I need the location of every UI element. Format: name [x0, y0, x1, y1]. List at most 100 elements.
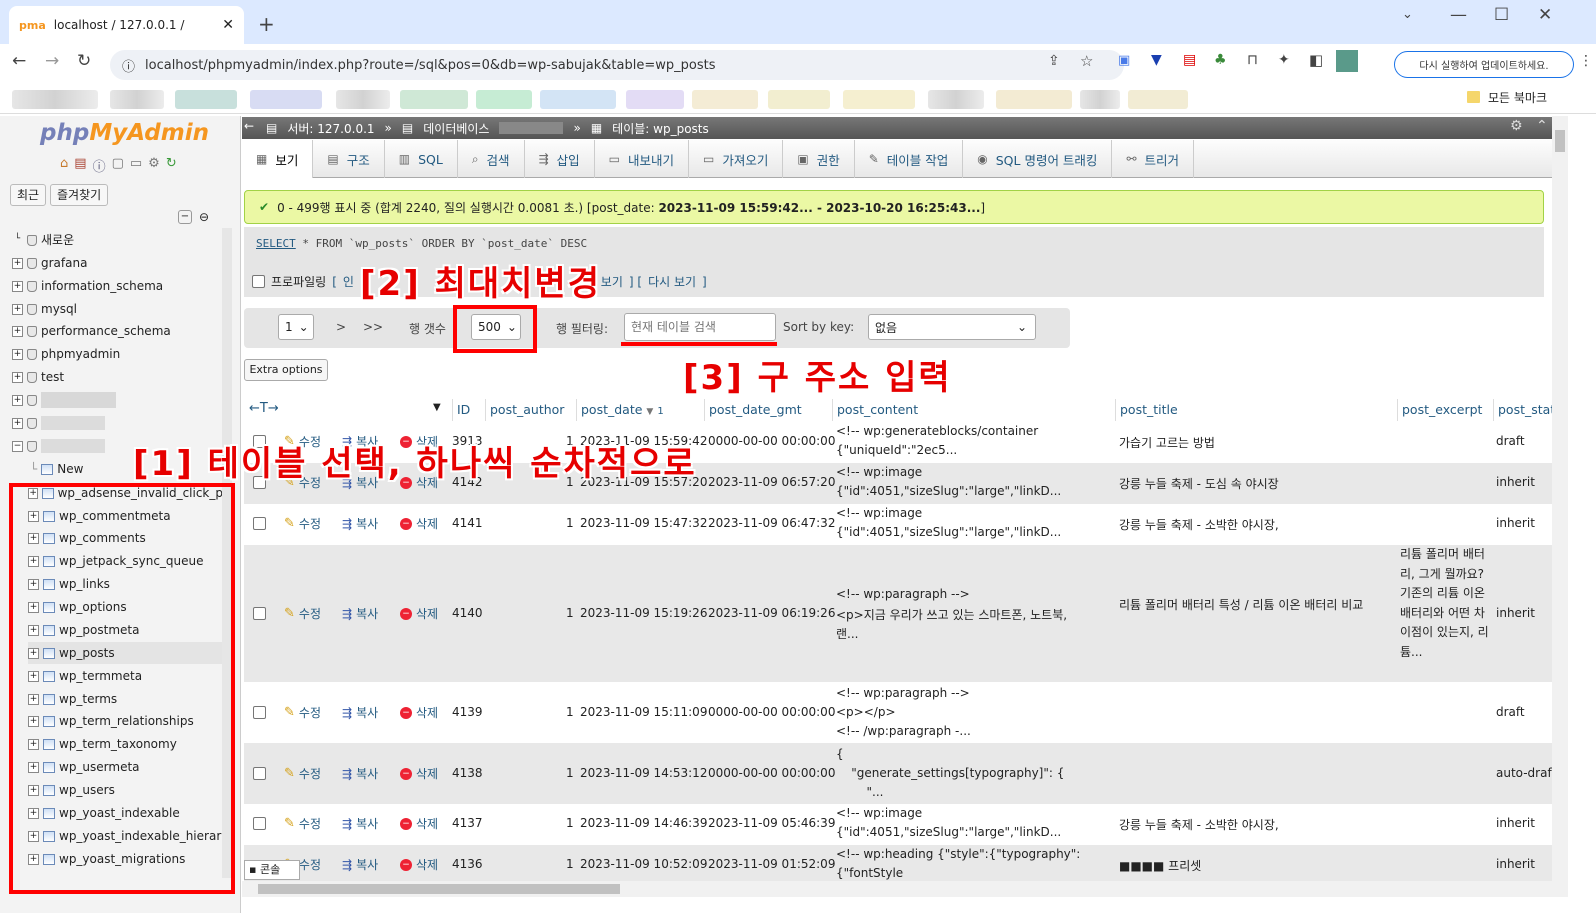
forward-icon[interactable]: → [45, 51, 59, 71]
bookmark-blurred[interactable] [110, 90, 164, 109]
edit-button[interactable]: ✎수정 [284, 605, 321, 622]
logout-icon[interactable]: ▤ [74, 156, 86, 175]
tab-search[interactable]: ⌕ 검색 [458, 140, 525, 178]
column-arrows[interactable]: ←T→ [249, 401, 279, 416]
pdf-extension-icon[interactable]: ▤ [1183, 52, 1196, 68]
bookmark-blurred[interactable] [1080, 90, 1120, 109]
bookmark-blurred[interactable] [540, 90, 616, 109]
expand-icon[interactable]: + [12, 280, 23, 292]
close-icon[interactable]: ✕ [222, 17, 234, 33]
bookmark-blurred[interactable] [996, 90, 1072, 109]
filter-rows-input[interactable] [624, 313, 776, 341]
link-icon[interactable]: ⊖ [199, 210, 209, 224]
info-icon[interactable]: ⓘ [122, 56, 135, 75]
tree-item-new[interactable]: └ 새로운 [12, 230, 74, 250]
tree-item-db[interactable]: + phpmyadmin [12, 344, 120, 364]
edit-inline-link[interactable]: 인 [343, 273, 354, 290]
row-checkbox[interactable] [253, 517, 266, 530]
vertical-scrollbar[interactable] [1552, 116, 1568, 881]
edit-button[interactable]: ✎수정 [284, 765, 321, 782]
tab-export[interactable]: ▭ 내보내기 [595, 140, 689, 178]
tab-tracking[interactable]: ◉ SQL 명령어 트래킹 [963, 140, 1113, 178]
browser-tab[interactable]: pma localhost / 127.0.0.1 / ✕ [9, 6, 244, 44]
page-icon[interactable]: ▭ [130, 156, 142, 175]
download-extension-icon[interactable]: ▼ [1151, 52, 1162, 68]
favorites-button[interactable]: 즐겨찾기 [50, 184, 109, 206]
row-checkbox[interactable] [253, 817, 266, 830]
tab-operations[interactable]: ✎ 테이블 작업 [855, 140, 964, 178]
delete-button[interactable]: − 삭제 [400, 515, 438, 532]
bookmark-blurred[interactable] [476, 90, 532, 109]
window-close-icon[interactable]: ✕ [1538, 5, 1552, 25]
tree-item-db-expanded[interactable]: − [12, 436, 105, 456]
copy-button[interactable]: ⇶ 복사 [342, 856, 378, 873]
reload-icon[interactable]: ↻ [77, 51, 91, 71]
breadcrumb-database[interactable]: 데이터베이스 [423, 120, 489, 137]
tree-item-db-blurred[interactable]: + [12, 390, 116, 410]
collapse-all-icon[interactable]: − [178, 210, 192, 224]
tab-structure[interactable]: ▤ 구조 [313, 140, 385, 178]
profiling-checkbox[interactable] [252, 275, 265, 288]
tree-item-new-table[interactable]: └ New [30, 459, 83, 479]
expand-icon[interactable]: + [12, 257, 23, 269]
breadcrumb-table[interactable]: 테이블: wp_posts [612, 120, 709, 137]
reload-nav-icon[interactable]: ↻ [166, 156, 177, 175]
more-icon[interactable]: ⋮ [1579, 53, 1593, 69]
copy-button[interactable]: ⇶ 복사 [342, 815, 378, 832]
all-bookmarks-label[interactable]: 모든 북마크 [1488, 89, 1547, 106]
update-button[interactable]: 다시 실행하여 업데이트하세요. [1394, 51, 1574, 78]
back-icon[interactable]: ← [12, 51, 26, 71]
sql-select-keyword[interactable]: SELECT [256, 237, 296, 250]
column-header-post-content[interactable]: post_content [832, 399, 1115, 421]
new-tab-icon[interactable]: + [258, 12, 275, 36]
delete-button[interactable]: − 삭제 [400, 765, 438, 782]
row-checkbox[interactable] [253, 607, 266, 620]
column-header-id[interactable]: ID [452, 399, 484, 421]
last-page-button[interactable]: >> [363, 320, 383, 334]
tree-item-db[interactable]: + mysql [12, 299, 77, 319]
select-all-toggle-icon[interactable]: ▼ [433, 402, 441, 413]
extension-icon[interactable]: ♣ [1214, 52, 1227, 68]
copy-button[interactable]: ⇶ 복사 [342, 605, 378, 622]
tree-item-db[interactable]: + information_schema [12, 276, 163, 296]
chevron-down-icon[interactable]: ⌄ [1402, 7, 1413, 22]
help-icon[interactable]: ⓘ [93, 156, 106, 175]
tab-import[interactable]: ▭ 가져오기 [689, 140, 784, 178]
refresh-link[interactable]: 다시 보기 [648, 273, 696, 290]
phpmyadmin-logo[interactable]: phpMyAdmin [40, 120, 209, 146]
bookmark-blurred[interactable] [336, 90, 390, 109]
copy-button[interactable]: ⇶ 복사 [342, 515, 378, 532]
tree-item-db[interactable]: + performance_schema [12, 321, 171, 341]
expand-icon[interactable]: + [12, 371, 23, 383]
bookmark-blurred[interactable] [928, 90, 984, 109]
bookmark-blurred[interactable] [692, 90, 758, 109]
delete-button[interactable]: − 삭제 [400, 704, 438, 721]
expand-icon[interactable]: + [12, 325, 23, 337]
column-header-post-excerpt[interactable]: post_excerpt [1397, 399, 1493, 421]
edit-button[interactable]: ✎수정 [284, 704, 321, 721]
maximize-icon[interactable]: ☐ [1494, 5, 1509, 25]
tree-item-db[interactable]: + grafana [12, 253, 87, 273]
scrollbar-thumb[interactable] [258, 884, 620, 894]
bookmark-blurred[interactable] [1128, 90, 1188, 109]
next-page-button[interactable]: > [336, 320, 346, 334]
bookmark-icon[interactable]: ⊓ [1247, 52, 1258, 68]
row-checkbox[interactable] [253, 767, 266, 780]
column-header-post-title[interactable]: post_title [1115, 399, 1397, 421]
gear-icon[interactable]: ⚙ [148, 156, 160, 175]
tab-sql[interactable]: ▥ SQL [385, 140, 458, 178]
tree-item-db[interactable]: + test [12, 367, 64, 387]
home-icon[interactable]: ⌂ [60, 156, 68, 175]
collapse-icon[interactable]: − [12, 440, 23, 452]
bookmark-blurred[interactable] [250, 90, 322, 109]
column-header-post-date-gmt[interactable]: post_date_gmt [704, 399, 831, 421]
console-button[interactable]: ▪ 콘솔 [244, 860, 300, 880]
tab-triggers[interactable]: ⚯ 트리거 [1112, 140, 1195, 178]
breadcrumb-server[interactable]: 서버: 127.0.0.1 [287, 120, 374, 137]
column-header-post-date[interactable]: post_date ▼ 1 [576, 399, 703, 421]
bookmark-blurred[interactable] [175, 90, 237, 109]
bookmark-star-icon[interactable]: ☆ [1080, 52, 1093, 70]
page-select[interactable]: 1 ⌄ [278, 314, 314, 340]
bookmark-blurred[interactable] [400, 90, 468, 109]
edit-button[interactable]: ✎수정 [284, 815, 321, 832]
